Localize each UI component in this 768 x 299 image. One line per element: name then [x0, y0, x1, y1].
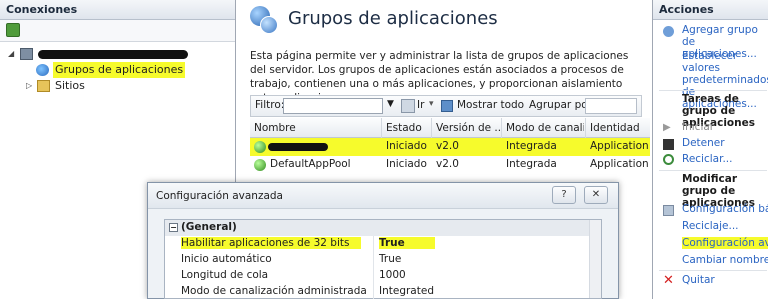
- column-header-mode[interactable]: Modo de canaliz...: [506, 122, 584, 134]
- stop-link[interactable]: Detener: [653, 137, 768, 151]
- tree-item-app-pools[interactable]: Grupos de aplicaciones: [0, 62, 235, 78]
- dialog-titlebar[interactable]: Configuración avanzada ? ✕: [148, 183, 618, 209]
- row-version: v2.0: [436, 140, 459, 152]
- new-connection-icon[interactable]: [6, 23, 20, 37]
- group-by-select[interactable]: [585, 98, 637, 114]
- dialog-title: Configuración avanzada: [156, 190, 283, 202]
- help-button[interactable]: ?: [552, 186, 576, 204]
- property-value[interactable]: True: [379, 253, 401, 265]
- page-title: Grupos de aplicaciones: [288, 8, 498, 29]
- collapse-arrow-icon[interactable]: ◢: [8, 46, 18, 62]
- basic-settings-icon: [663, 205, 674, 216]
- actions-panel: Acciones Agregar grupo de aplicaciones..…: [652, 0, 768, 299]
- row-name: DefaultAppPool: [270, 158, 351, 170]
- remove-x-icon: ✕: [663, 273, 674, 288]
- go-icon[interactable]: [401, 99, 415, 113]
- filter-dropdown-icon[interactable]: ▼: [387, 99, 394, 109]
- property-row[interactable]: Habilitar aplicaciones de 32 bits True: [165, 236, 601, 252]
- row-version: v2.0: [436, 158, 459, 170]
- remove-link[interactable]: ✕ Quitar: [653, 273, 768, 288]
- connections-tree: ◢ Grupos de aplicaciones ▷ Sitios: [0, 42, 235, 94]
- row-identity: Application: [590, 140, 649, 152]
- row-mode: Integrada: [506, 158, 557, 170]
- property-row[interactable]: Longitud de cola 1000: [165, 268, 601, 284]
- recycling-label[interactable]: Reciclaje...: [682, 220, 739, 232]
- app-pools-header-icon: [248, 6, 278, 36]
- basic-config-label[interactable]: Configuración básica...: [682, 203, 768, 215]
- app-pools-icon: [36, 64, 49, 76]
- basic-config-link[interactable]: Configuración básica...: [653, 203, 768, 217]
- rename-link[interactable]: Cambiar nombre: [653, 254, 768, 268]
- table-row[interactable]: DefaultAppPool Iniciado v2.0 Integrada A…: [250, 156, 650, 174]
- property-row[interactable]: Modo de canalización administrada Integr…: [165, 284, 601, 299]
- expand-arrow-icon[interactable]: ▷: [26, 78, 36, 94]
- tree-item-server[interactable]: ◢: [0, 46, 235, 62]
- sites-folder-icon: [37, 80, 50, 92]
- property-category[interactable]: − (General): [165, 220, 601, 236]
- collapse-box-icon[interactable]: −: [169, 223, 178, 232]
- recycle-icon: [663, 154, 674, 165]
- column-header-state[interactable]: Estado: [386, 122, 432, 134]
- start-link[interactable]: ▶ Iniciar: [653, 121, 768, 135]
- close-button[interactable]: ✕: [584, 186, 608, 204]
- actions-title: Acciones: [653, 0, 768, 20]
- go-button[interactable]: Ir: [417, 99, 424, 111]
- column-header-version[interactable]: Versión de ...: [436, 122, 500, 134]
- filter-bar: Filtro: ▼ Ir ▾ Mostrar todo Agrupar por:: [250, 95, 642, 117]
- remove-label[interactable]: Quitar: [682, 274, 715, 286]
- tree-item-app-pools-label[interactable]: Grupos de aplicaciones: [53, 62, 186, 78]
- row-identity: Application: [590, 158, 649, 170]
- connections-title: Conexiones: [0, 0, 235, 20]
- filter-input[interactable]: [283, 98, 383, 114]
- app-pool-icon: [254, 141, 266, 153]
- tree-item-sites-label[interactable]: Sitios: [55, 78, 85, 94]
- row-mode: Integrada: [506, 140, 557, 152]
- table-row[interactable]: Iniciado v2.0 Integrada Application: [250, 138, 650, 156]
- recycle-label[interactable]: Reciclar...: [682, 153, 732, 165]
- category-label: (General): [181, 221, 237, 233]
- property-grid: − (General) Habilitar aplicaciones de 32…: [164, 219, 602, 299]
- filter-label: Filtro:: [255, 99, 285, 111]
- rename-label[interactable]: Cambiar nombre: [682, 254, 768, 266]
- set-defaults-link[interactable]: Establecer valores predeterminados de ap…: [653, 50, 768, 110]
- server-name-redacted: [38, 46, 188, 62]
- property-key: Modo de canalización administrada: [181, 285, 367, 297]
- stop-icon: [663, 139, 674, 150]
- play-icon: ▶: [663, 122, 671, 133]
- advanced-config-link[interactable]: Configuración avanzada...: [653, 237, 768, 251]
- tree-item-sites[interactable]: ▷ Sitios: [0, 78, 235, 94]
- server-icon: [20, 48, 33, 60]
- row-state: Iniciado: [386, 158, 427, 170]
- recycle-link[interactable]: Reciclar...: [653, 153, 768, 167]
- row-name-redacted: [268, 143, 328, 151]
- column-header-name[interactable]: Nombre: [254, 122, 374, 134]
- property-key: Inicio automático: [181, 253, 272, 265]
- property-value[interactable]: 1000: [379, 269, 406, 281]
- property-value[interactable]: True: [379, 237, 435, 249]
- property-key: Habilitar aplicaciones de 32 bits: [181, 237, 362, 249]
- connections-toolbar: [0, 20, 235, 42]
- column-header-identity[interactable]: Identidad: [590, 122, 650, 134]
- advanced-config-label[interactable]: Configuración avanzada...: [682, 237, 768, 249]
- stop-label[interactable]: Detener: [682, 137, 725, 149]
- property-row[interactable]: Inicio automático True: [165, 252, 601, 268]
- property-value[interactable]: Integrated: [379, 285, 434, 297]
- add-app-pool-icon: [663, 26, 674, 37]
- recycling-link[interactable]: Reciclaje...: [653, 220, 768, 234]
- go-dropdown-icon[interactable]: ▾: [429, 99, 434, 109]
- start-label[interactable]: Iniciar: [682, 121, 714, 133]
- property-key: Longitud de cola: [181, 269, 269, 281]
- table-header: Nombre Estado Versión de ... Modo de can…: [250, 118, 650, 138]
- show-all-button[interactable]: Mostrar todo: [457, 99, 524, 111]
- app-pool-icon: [254, 159, 266, 171]
- show-all-icon[interactable]: [441, 100, 453, 112]
- row-state: Iniciado: [386, 140, 427, 152]
- advanced-settings-dialog: Configuración avanzada ? ✕ − (General) H…: [147, 182, 619, 299]
- app-pools-table: Nombre Estado Versión de ... Modo de can…: [250, 118, 650, 174]
- property-scrollbar[interactable]: [589, 220, 601, 298]
